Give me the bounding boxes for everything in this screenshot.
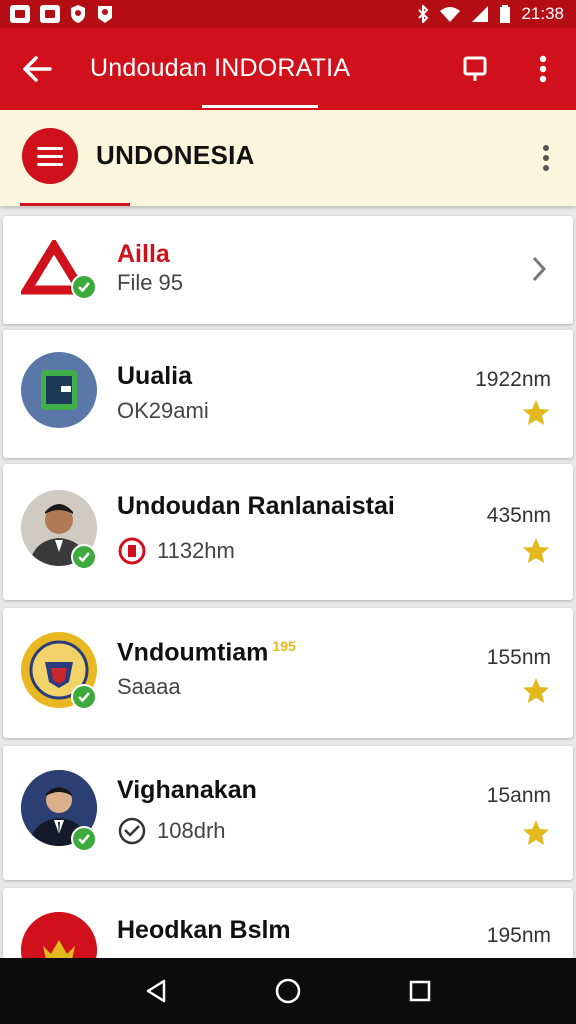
item-subtitle-text: 108drh	[157, 818, 226, 843]
recents-square-icon	[409, 980, 431, 1002]
nav-back-button[interactable]	[136, 971, 176, 1011]
list-item[interactable]: Vighanakan 108drh 15anm	[3, 746, 573, 880]
star-icon[interactable]	[521, 398, 551, 428]
back-button[interactable]	[18, 50, 56, 88]
item-name-badge: 195	[272, 638, 296, 654]
more-vert-icon	[543, 145, 549, 151]
clock-icon	[118, 817, 146, 845]
status-bar: 21:38	[0, 0, 576, 28]
star-icon[interactable]	[521, 818, 551, 848]
item-name-text: Vndoumtiam	[117, 638, 269, 667]
battery-icon	[500, 5, 511, 23]
crest-logo	[21, 912, 97, 958]
cast-button[interactable]	[458, 50, 492, 88]
section-more-button[interactable]	[532, 138, 560, 178]
wifi-icon	[440, 7, 461, 22]
signal-icon	[472, 6, 489, 22]
avatar	[21, 352, 97, 428]
item-distance: 15anm	[486, 784, 551, 807]
tab-indicator	[202, 105, 318, 108]
list-item[interactable]: Undoudan Ranlanaistai 1132hm 435nm	[3, 464, 573, 600]
overflow-menu-button[interactable]	[528, 50, 558, 88]
item-subtitle-text: Saaaa	[117, 674, 181, 699]
list-item[interactable]: Uualia OK29ami 1922nm	[3, 330, 573, 458]
nav-recents-button[interactable]	[400, 971, 440, 1011]
item-subtitle: File 95	[117, 270, 183, 296]
chevron-right-icon	[532, 256, 547, 282]
menu-button[interactable]	[22, 128, 78, 184]
status-time: 21:38	[521, 4, 564, 23]
home-circle-icon	[275, 978, 301, 1004]
item-name: Uualia	[117, 362, 193, 390]
avatar	[21, 912, 97, 958]
item-subtitle: OK29ami	[117, 398, 209, 424]
item-name: Heodkan Bslm	[117, 916, 291, 944]
item-subtitle: 1132hm	[117, 536, 235, 566]
list-item[interactable]: Heodkan Bslm 195nm	[3, 888, 573, 958]
item-subtitle-text: 1132hm	[157, 538, 235, 563]
item-distance: 1922nm	[475, 368, 551, 391]
shield-icon	[71, 5, 85, 23]
notification-icon	[10, 5, 30, 23]
star-icon[interactable]	[521, 676, 551, 706]
verified-check-icon	[71, 684, 97, 710]
app-title: Undoudan INDORATIA	[90, 54, 351, 82]
bluetooth-icon	[418, 5, 429, 23]
results-list: Ailla File 95 Uualia OK29ami 1922nm Undo…	[0, 206, 576, 958]
item-distance: 155nm	[486, 646, 551, 669]
nav-home-button[interactable]	[268, 971, 308, 1011]
item-name: Vighanakan	[117, 776, 257, 804]
hamburger-icon	[37, 146, 63, 150]
system-nav-bar	[0, 958, 576, 1024]
item-name: Vndoumtiam 195	[117, 638, 296, 667]
map-pin-icon	[98, 6, 112, 23]
app-bar: Undoudan INDORATIA	[0, 28, 576, 110]
timer-icon	[118, 537, 146, 565]
item-distance: 435nm	[486, 504, 551, 527]
item-name: Undoudan Ranlanaistai	[117, 492, 395, 520]
status-system: 21:38	[417, 4, 564, 24]
verified-check-icon	[71, 274, 97, 300]
item-subtitle: 108drh	[117, 816, 226, 846]
section-header: UNDONESIA	[0, 110, 576, 206]
item-subtitle: Saaaa	[117, 674, 181, 700]
item-distance: 195nm	[486, 924, 551, 947]
item-name: Ailla	[117, 240, 170, 268]
section-title: UNDONESIA	[96, 140, 255, 170]
arrow-left-icon	[23, 56, 52, 82]
star-icon[interactable]	[521, 536, 551, 566]
phone-app-icon	[41, 370, 77, 410]
item-subtitle-text: File 95	[117, 270, 184, 295]
verified-check-icon	[71, 544, 97, 570]
cast-icon	[463, 56, 487, 81]
verified-check-icon	[71, 826, 97, 852]
back-triangle-icon	[146, 979, 166, 1003]
image-icon	[40, 5, 60, 23]
more-vert-icon	[539, 55, 547, 83]
status-notifications	[10, 4, 114, 24]
list-item[interactable]: Vndoumtiam 195 Saaaa 155nm	[3, 608, 573, 738]
list-item[interactable]: Ailla File 95	[3, 216, 573, 324]
item-subtitle-text: OK29ami	[117, 398, 209, 423]
